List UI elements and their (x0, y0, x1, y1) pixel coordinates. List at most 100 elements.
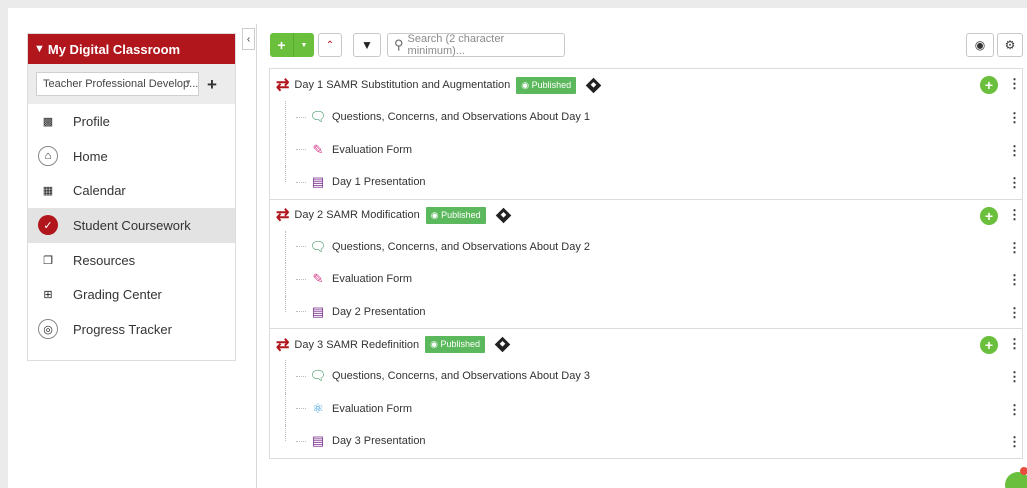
add-item-button[interactable]: + (980, 206, 998, 225)
folder-title[interactable]: Day 1 SAMR Substitution and Augmentation (294, 79, 510, 91)
sidebar-header[interactable]: ▼ My Digital Classroom (28, 34, 235, 64)
document-icon: ▤ (311, 303, 325, 319)
course-selector-row: Teacher Professional Develop... ▼ + (28, 64, 235, 104)
tree-line (285, 295, 286, 312)
more-options-icon[interactable]: ⋮ (1008, 403, 1021, 416)
collapse-sidebar-button[interactable]: ‹ (242, 28, 255, 50)
chevron-down-icon: ▼ (34, 43, 45, 55)
divider (256, 24, 257, 488)
add-content-button[interactable]: + ▼ (270, 33, 314, 57)
content-list: ⇄ Day 1 SAMR Substitution and Augmentati… (269, 68, 1023, 459)
more-options-icon[interactable]: ⋮ (1008, 306, 1021, 319)
tree-line (285, 392, 286, 425)
course-select-value: Teacher Professional Develop... (43, 78, 199, 90)
notification-dot (1020, 467, 1027, 475)
sidebar-item-student-coursework[interactable]: ✓ Student Coursework (28, 208, 235, 243)
list-item[interactable]: ⚛ Evaluation Form ⋮ (270, 392, 1022, 425)
folder-row[interactable]: ⇄ Day 1 SAMR Substitution and Augmentati… (270, 69, 1022, 101)
visibility-diamond-icon[interactable] (585, 77, 602, 93)
more-options-icon[interactable]: ⋮ (1008, 241, 1021, 254)
grid-icon: ⊞ (43, 289, 53, 302)
more-options-icon[interactable]: ⋮ (1008, 111, 1021, 124)
evaluation-alt-icon: ⚛ (312, 400, 324, 416)
search-input[interactable]: ⚲ Search (2 character minimum)... (387, 33, 565, 57)
caret-down-icon: ▼ (184, 78, 192, 87)
status-badge[interactable]: ◉ Published (425, 336, 486, 353)
more-options-icon[interactable]: ⋮ (1008, 144, 1021, 157)
caret-down-icon[interactable]: ▼ (294, 33, 314, 57)
more-options-icon[interactable]: ⋮ (1008, 337, 1021, 350)
folder-title[interactable]: Day 3 SAMR Redefinition (294, 339, 419, 351)
item-title[interactable]: Questions, Concerns, and Observations Ab… (332, 241, 590, 253)
add-course-button[interactable]: + (207, 76, 217, 93)
sidebar-item-label: Home (73, 148, 108, 164)
search-icon: ⚲ (394, 37, 404, 52)
folder-title[interactable]: Day 2 SAMR Modification (294, 209, 419, 221)
list-item[interactable]: 🗨 Questions, Concerns, and Observations … (270, 101, 1022, 134)
sidebar-item-label: Student Coursework (73, 217, 191, 233)
list-item[interactable]: ▤ Day 3 Presentation ⋮ (270, 425, 1022, 458)
sidebar-item-progress-tracker[interactable]: ◎ Progress Tracker (28, 312, 235, 347)
sidebar: ▼ My Digital Classroom Teacher Professio… (27, 33, 236, 361)
add-item-button[interactable]: + (980, 76, 998, 94)
sidebar-item-label: Resources (73, 252, 136, 268)
folder-row[interactable]: ⇄ Day 3 SAMR Redefinition ◉ Published + … (270, 328, 1022, 360)
tree-line (285, 263, 286, 296)
progress-icon: ◎ (38, 319, 58, 340)
more-options-icon[interactable]: ⋮ (1008, 370, 1021, 383)
document-icon: ▤ (311, 174, 325, 190)
item-title[interactable]: Day 3 Presentation (332, 435, 426, 447)
calendar-icon: ▦ (42, 185, 54, 198)
resources-icon: ❐ (43, 254, 53, 267)
collapse-all-button[interactable]: ⌃ (318, 33, 342, 57)
list-item[interactable]: ▤ Day 1 Presentation ⋮ (270, 166, 1022, 199)
list-item[interactable]: ▤ Day 2 Presentation ⋮ (270, 295, 1022, 329)
status-badge[interactable]: ◉ Published (425, 206, 486, 224)
more-options-icon[interactable]: ⋮ (1008, 273, 1021, 286)
more-options-icon[interactable]: ⋮ (1008, 176, 1021, 189)
status-badge[interactable]: ◉ Published (516, 76, 577, 94)
sidebar-title: My Digital Classroom (47, 41, 181, 57)
list-item[interactable]: ✎ Evaluation Form ⋮ (270, 133, 1022, 166)
sidebar-item-home[interactable]: ⌂ Home (28, 139, 235, 174)
list-item[interactable]: 🗨 Questions, Concerns, and Observations … (270, 360, 1022, 393)
more-options-icon[interactable]: ⋮ (1008, 208, 1021, 221)
tree-line (285, 133, 286, 166)
more-options-icon[interactable]: ⋮ (1008, 77, 1021, 90)
list-item[interactable]: ✎ Evaluation Form ⋮ (270, 263, 1022, 296)
discussion-icon: 🗨 (309, 368, 327, 384)
item-title[interactable]: Questions, Concerns, and Observations Ab… (332, 370, 590, 382)
visibility-diamond-icon[interactable] (495, 207, 511, 223)
status-label: Published (440, 339, 481, 349)
tree-line (285, 166, 286, 183)
course-select[interactable]: Teacher Professional Develop... ▼ (36, 72, 199, 96)
more-options-icon[interactable]: ⋮ (1008, 435, 1021, 448)
clipboard-icon: ✓ (38, 215, 58, 236)
item-title[interactable]: Day 1 Presentation (332, 176, 426, 188)
folder-arrow-icon: ⇄ (276, 336, 290, 354)
discussion-icon: 🗨 (309, 238, 327, 254)
tree-line (285, 230, 286, 263)
sidebar-item-grading-center[interactable]: ⊞ Grading Center (28, 277, 235, 312)
list-item[interactable]: 🗨 Questions, Concerns, and Observations … (270, 230, 1022, 263)
folder-row[interactable]: ⇄ Day 2 SAMR Modification ◉ Published + … (270, 198, 1022, 231)
item-title[interactable]: Questions, Concerns, and Observations Ab… (332, 111, 590, 123)
item-title[interactable]: Evaluation Form (332, 144, 412, 156)
evaluation-icon: ✎ (312, 141, 324, 157)
gear-icon: ⚙ (1004, 38, 1016, 52)
folder-arrow-icon: ⇄ (276, 77, 290, 94)
tree-line (285, 360, 286, 393)
item-title[interactable]: Day 2 Presentation (332, 306, 426, 318)
settings-button[interactable]: ⚙ (997, 33, 1023, 57)
sidebar-item-calendar[interactable]: ▦ Calendar (28, 173, 235, 208)
item-title[interactable]: Evaluation Form (332, 273, 412, 285)
item-title[interactable]: Evaluation Form (332, 403, 412, 415)
visibility-diamond-icon[interactable] (494, 336, 511, 353)
filter-button[interactable]: ▼ (353, 33, 381, 57)
sidebar-item-profile[interactable]: ▩ Profile (28, 104, 235, 139)
home-icon: ⌂ (38, 146, 58, 167)
sidebar-item-resources[interactable]: ❐ Resources (28, 243, 235, 278)
eye-icon: ◉ (974, 38, 986, 52)
add-item-button[interactable]: + (980, 336, 998, 354)
visibility-button[interactable]: ◉ (966, 33, 994, 57)
